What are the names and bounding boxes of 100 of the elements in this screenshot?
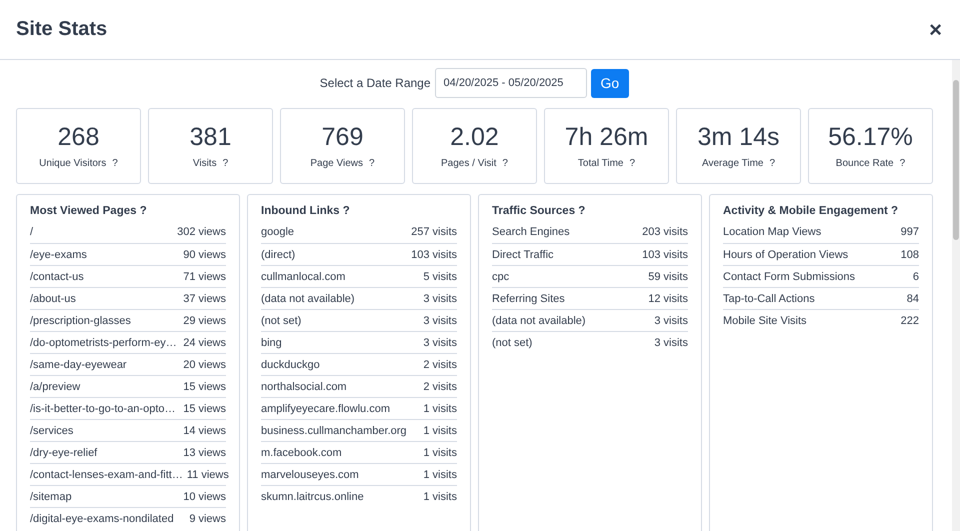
row-label: /do-optometrists-perform-ey… (30, 336, 177, 348)
dialog-title: Site Stats (16, 18, 108, 41)
row-label: northalsocial.com (261, 380, 347, 392)
row-count: 14 views (183, 424, 226, 436)
help-hint[interactable]: ? (112, 158, 118, 169)
stat-label: Bounce Rate (836, 158, 894, 169)
stat-label: Page Views (310, 158, 364, 169)
row-count: 13 views (183, 446, 226, 458)
go-button[interactable]: Go (590, 68, 630, 98)
close-button[interactable]: × (927, 18, 944, 40)
date-range-label: Select a Date Range (320, 76, 431, 90)
panel-title: Activity & Mobile Engagement ? (723, 205, 900, 217)
row-label: bing (261, 336, 282, 348)
row-count: 103 visits (642, 248, 688, 260)
row-label: / (30, 226, 34, 238)
row-count: 3 visits (654, 314, 688, 326)
row-label: cullmanlocal.com (261, 270, 346, 282)
row-count: 3 visits (423, 336, 457, 348)
row-label: cpc (492, 270, 510, 282)
row-count: 90 views (183, 248, 226, 260)
row-label: /a/preview (30, 380, 80, 392)
row-count: 6 (912, 270, 919, 282)
row-label: Mobile Site Visits (723, 314, 807, 326)
row-label: /about-us (30, 292, 76, 304)
stat-label: Visits (192, 158, 217, 169)
row-label: /dry-eye-relief (30, 446, 98, 458)
help-hint[interactable]: ? (900, 158, 906, 169)
row-label: /contact-us (30, 270, 84, 282)
stat-value: 268 (58, 123, 100, 152)
row-count: 10 views (183, 490, 226, 502)
row-label: skumn.laitrcus.online (261, 490, 364, 502)
row-count: 222 (900, 314, 919, 326)
row-count: 11 views (186, 468, 229, 480)
row-count: 2 visits (423, 358, 457, 370)
row-count: 3 visits (423, 292, 457, 304)
row-label: Contact Form Submissions (723, 270, 856, 282)
help-hint[interactable]: ? (502, 158, 508, 169)
stat-value: 381 (190, 123, 232, 152)
row-label: /prescription-glasses (30, 314, 131, 326)
row-label: (not set) (492, 336, 532, 348)
row-label: (not set) (261, 314, 302, 326)
row-label: Referring Sites (492, 292, 565, 304)
row-count: 103 visits (411, 248, 457, 260)
row-label: business.cullmanchamber.org (261, 424, 407, 436)
help-hint[interactable]: ? (369, 158, 375, 169)
row-count: 3 visits (423, 314, 457, 326)
row-count: 108 (900, 248, 919, 260)
row-count: 71 views (183, 270, 226, 282)
row-label: (data not available) (492, 314, 586, 326)
row-count: 2 visits (423, 380, 457, 392)
row-label: /eye-exams (30, 248, 87, 260)
stat-value: 769 (322, 123, 364, 152)
scrollbar[interactable] (952, 60, 960, 531)
row-label: m.facebook.com (261, 446, 342, 458)
row-label: (data not available) (261, 292, 355, 304)
row-label: /same-day-eyewear (30, 358, 127, 370)
row-label: /is-it-better-to-go-to-an-opto… (30, 402, 176, 414)
stat-label: Pages / Visit (441, 158, 496, 169)
panel-title: Inbound Links ? (261, 205, 351, 217)
row-count: 37 views (183, 292, 226, 304)
row-label: Location Map Views (723, 226, 822, 238)
row-label: /digital-eye-exams-nondilated (30, 512, 174, 524)
stat-value: 56.17% (828, 123, 913, 152)
stat-value: 2.02 (450, 123, 499, 152)
help-hint[interactable]: ? (222, 158, 228, 169)
row-count: 5 visits (423, 270, 457, 282)
row-count: 203 visits (642, 226, 688, 238)
row-count: 3 visits (654, 336, 688, 348)
row-count: 15 views (183, 402, 226, 414)
row-label: Tap-to-Call Actions (723, 292, 815, 304)
row-label: amplifyeyecare.flowlu.com (261, 402, 390, 414)
panel-title: Traffic Sources ? (492, 205, 586, 217)
help-hint[interactable]: ? (769, 158, 776, 169)
row-label: google (261, 226, 294, 238)
row-count: 997 (900, 226, 919, 238)
row-count: 12 visits (648, 292, 688, 304)
row-label: Direct Traffic (492, 248, 554, 260)
row-count: 29 views (183, 314, 226, 326)
row-count: 84 (906, 292, 919, 304)
row-count: 257 visits (411, 226, 457, 238)
row-count: 20 views (183, 358, 226, 370)
row-count: 59 visits (648, 270, 688, 282)
stat-label: Average Time (702, 158, 764, 169)
row-count: 24 views (183, 336, 226, 348)
row-label: duckduckgo (261, 358, 320, 370)
row-label: (direct) (261, 248, 296, 260)
row-count: 302 views (177, 226, 226, 238)
date-range-field[interactable]: 04/20/2025 - 05/20/2025 (434, 68, 587, 98)
row-count: 15 views (183, 380, 226, 392)
row-count: 1 visits (423, 446, 457, 458)
row-count: 1 visits (423, 424, 457, 436)
row-label: marvelouseyes.com (261, 468, 359, 480)
row-label: Search Engines (492, 226, 570, 238)
panel-title: Most Viewed Pages ? (30, 205, 148, 217)
row-count: 1 visits (423, 402, 457, 414)
stat-value: 3m 14s (698, 123, 780, 152)
help-hint[interactable]: ? (630, 158, 636, 169)
row-label: /services (30, 424, 74, 436)
row-label: Hours of Operation Views (723, 248, 848, 260)
row-count: 9 views (189, 512, 226, 524)
